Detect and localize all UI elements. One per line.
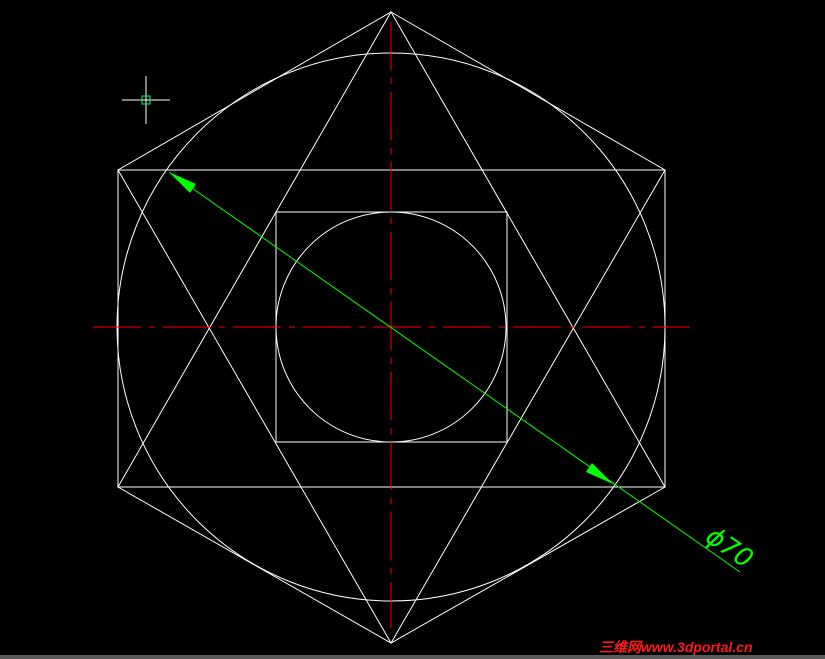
dimension-text: ϕ70 — [700, 521, 758, 574]
bottom-strip — [0, 655, 825, 659]
cad-drawing-canvas[interactable]: ϕ70 三维网www.3dportal.cn — [0, 0, 825, 659]
cad-crosshair-cursor-icon — [122, 76, 170, 124]
watermark-text: 三维网www.3dportal.cn — [599, 639, 753, 655]
dimension-line — [168, 171, 741, 573]
drawing-svg: ϕ70 三维网www.3dportal.cn — [93, 10, 758, 655]
dimension-arrow-start — [169, 172, 196, 193]
diameter-dimension[interactable]: ϕ70 — [168, 171, 758, 575]
dimension-arrow-end — [586, 463, 613, 484]
